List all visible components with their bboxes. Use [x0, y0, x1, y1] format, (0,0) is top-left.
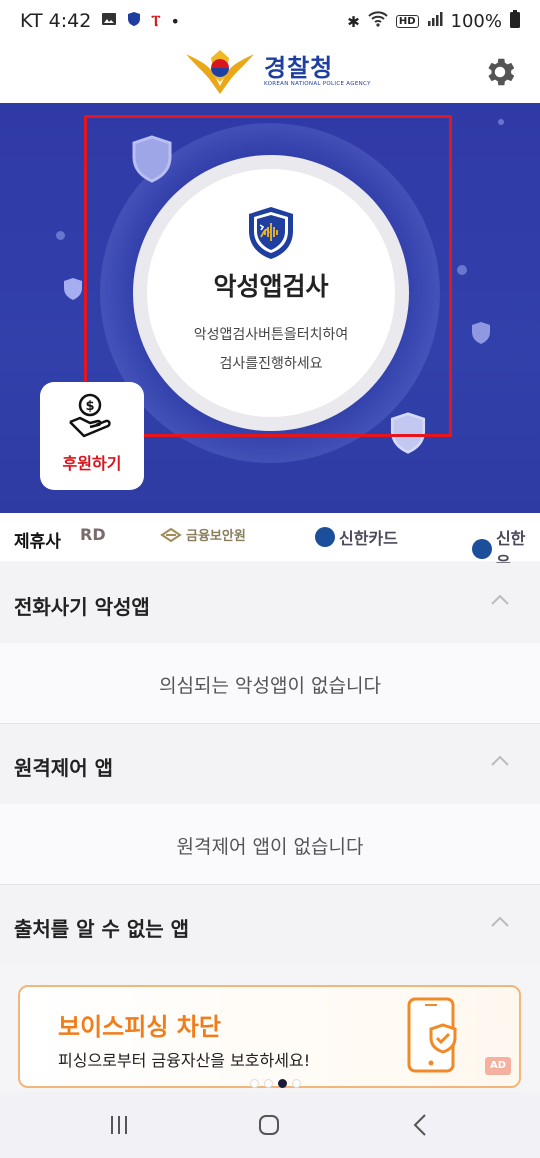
wifi-icon: [368, 11, 388, 32]
banner-pager: [250, 1079, 301, 1088]
section-header-unknown-source-apps[interactable]: 출처를 알 수 없는 앱: [0, 885, 540, 965]
section-title: 전화사기 악성앱: [14, 595, 150, 619]
chevron-up-icon: [491, 755, 509, 766]
chevron-up-icon: [491, 594, 509, 605]
section-title: 원격제어 앱: [14, 756, 113, 780]
decorative-shield-icon: [472, 322, 490, 344]
shinhan-logo-icon: [315, 527, 335, 547]
pager-dot-active[interactable]: [278, 1079, 287, 1088]
partner-name: 금융보안원: [186, 529, 246, 544]
partners-label: 제휴사: [14, 532, 61, 552]
carrier-time: KT 4:42: [20, 10, 92, 32]
partner-name: RD: [80, 525, 106, 544]
logo-title: 경찰청: [264, 54, 334, 82]
recent-apps-icon[interactable]: [104, 1110, 134, 1140]
decorative-shield-icon: [64, 278, 82, 300]
banner-title: 보이스피싱 차단: [58, 1013, 221, 1041]
section-body-phishing-apps: 의심되는 악성앱이 없습니다: [0, 643, 540, 724]
section-message: 의심되는 악성앱이 없습니다: [159, 675, 381, 697]
banner-subtitle: 피싱으로부터 금융자산을 보호하세요!: [58, 1051, 311, 1070]
chevron-up-icon: [491, 916, 509, 927]
donate-label: 후원하기: [62, 454, 122, 473]
bluetooth-icon: ✱: [347, 12, 360, 31]
svg-text:$: $: [85, 399, 94, 414]
image-icon: [101, 11, 117, 31]
partner-name: 신한카드: [339, 529, 398, 548]
hd-icon: HD: [395, 15, 419, 28]
section-header-remote-control-apps[interactable]: 원격제어 앱: [0, 724, 540, 804]
section-body-remote-control-apps: 원격제어 앱이 없습니다: [0, 804, 540, 885]
logo-subtitle: KOREAN NATIONAL POLICE AGENCY: [264, 81, 371, 87]
home-icon[interactable]: [254, 1110, 284, 1140]
phone-shield-icon: [407, 997, 457, 1073]
system-nav-bar: [0, 1092, 540, 1158]
gear-icon: [488, 58, 515, 86]
signal-icon: [427, 11, 443, 32]
pager-dot[interactable]: [250, 1079, 259, 1088]
section-header-phishing-apps[interactable]: 전화사기 악성앱: [0, 563, 540, 643]
dot-icon: •: [170, 11, 180, 31]
t-app-icon: Ⲧ: [151, 12, 161, 30]
partners-strip: 제휴사 RD 금융보안원 신한카드 신한은: [0, 513, 540, 572]
police-logo: 경찰청 KOREAN NATIONAL POLICE AGENCY: [182, 46, 371, 96]
donate-button[interactable]: $ 후원하기: [40, 382, 144, 490]
voice-phishing-banner[interactable]: 보이스피싱 차단 피싱으로부터 금융자산을 보호하세요! AD: [18, 985, 521, 1088]
shield-app-icon: [127, 11, 141, 31]
partner-logo[interactable]: RD: [80, 525, 106, 544]
decorative-dot: [457, 265, 467, 275]
police-emblem-icon: [186, 50, 254, 94]
battery-level: 100%: [450, 11, 502, 32]
back-icon[interactable]: [406, 1110, 436, 1140]
battery-icon: [510, 10, 520, 33]
fsi-logo-icon: [160, 527, 182, 542]
pager-dot[interactable]: [264, 1079, 273, 1088]
pager-dot[interactable]: [292, 1079, 301, 1088]
hero-panel: 악성앱검사 악성앱검사버튼을터치하여 검사를진행하세요 $ 후원하기: [0, 103, 540, 513]
partner-logo[interactable]: 신한카드: [315, 525, 398, 549]
app-header: 경찰청 KOREAN NATIONAL POLICE AGENCY: [0, 46, 540, 103]
shinhan-logo-icon: [472, 539, 492, 559]
decorative-dot: [498, 119, 504, 125]
ad-badge: AD: [485, 1057, 511, 1075]
status-bar: KT 4:42 Ⲧ • ✱ HD 100%: [0, 0, 540, 46]
section-title: 출처를 알 수 없는 앱: [14, 917, 190, 941]
decorative-dot: [56, 231, 65, 240]
donate-hand-icon: $: [69, 393, 111, 438]
section-message: 원격제어 앱이 없습니다: [176, 836, 364, 858]
settings-button[interactable]: [482, 54, 518, 90]
partner-logo[interactable]: 금융보안원: [160, 525, 246, 544]
